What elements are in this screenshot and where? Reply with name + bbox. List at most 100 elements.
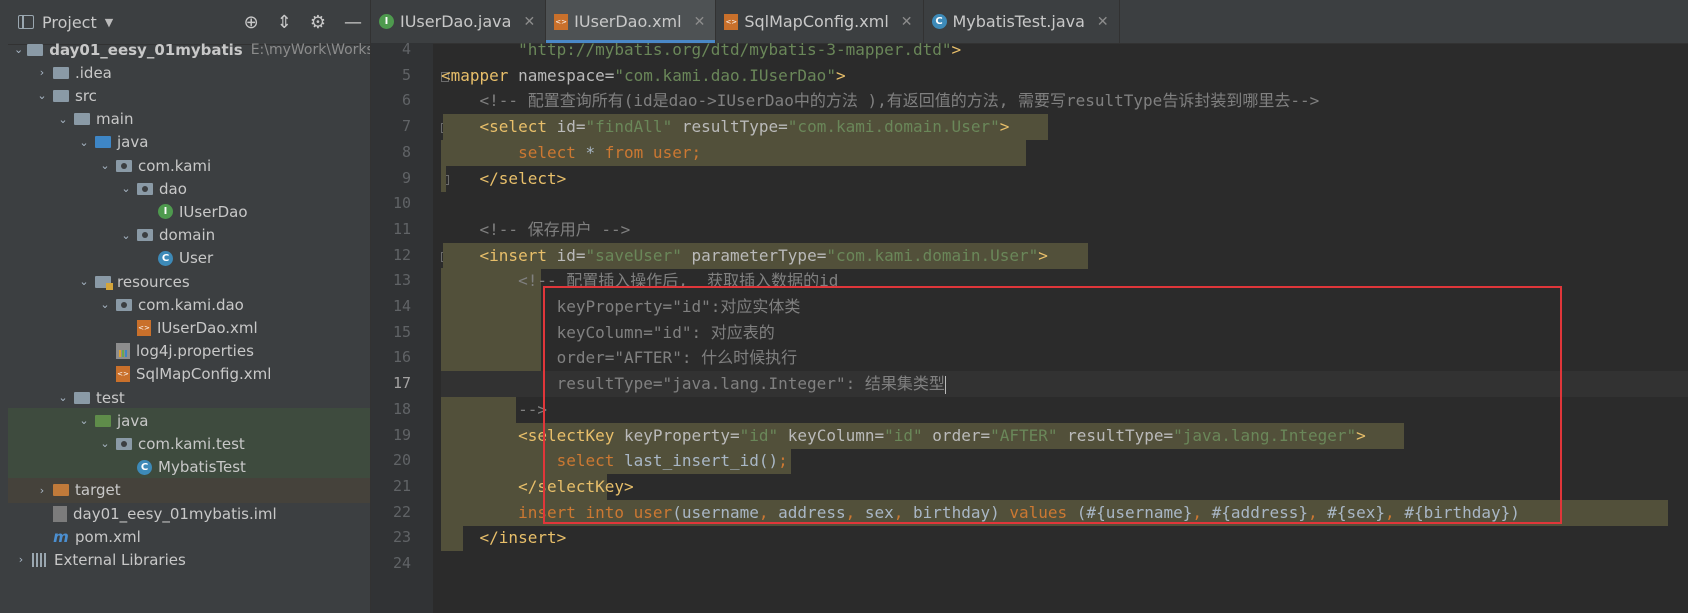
editor-tab[interactable]: <> SqlMapConfig.xml ✕ [716,0,924,43]
module-folder-icon [27,43,44,56]
code-line[interactable]: <!-- 配置查询所有(id是dao->IUserDao中的方法 ),有返回值的… [441,88,1320,114]
tree-item[interactable]: › External Libraries [8,547,370,572]
code-line[interactable]: <select id="findAll" resultType="com.kam… [441,114,1010,140]
tree-item[interactable]: C User [8,246,370,271]
folder-icon [74,391,90,404]
tree-item[interactable]: <> IUserDao.xml [8,315,370,340]
chevron-down-icon[interactable]: ⌄ [77,136,91,149]
chevron-down-icon[interactable]: ⌄ [119,229,133,242]
project-panel: Project ▼ ⊕ ⇕ ⚙ — ⌄ day01_eesy_01mybatis E… [8,0,371,613]
tree-item[interactable]: ⌄ dao [8,176,370,201]
tree-item[interactable]: I IUserDao [8,199,370,224]
tree-item[interactable]: ⌄ main [8,107,370,132]
tree-item[interactable]: ⌄ day01_eesy_01mybatis E:\myWork\Works [8,37,370,62]
chevron-right-icon[interactable]: › [14,553,28,566]
tree-item-label: com.kami.test [138,434,245,453]
editor-tab[interactable]: I IUserDao.java ✕ [371,0,547,43]
package-icon [116,437,132,450]
code-line[interactable]: </insert> [441,525,567,551]
tree-item-label: domain [159,226,216,245]
tree-item[interactable]: log4j.properties [8,339,370,364]
test-source-folder-icon [95,414,111,427]
collapse-all-icon[interactable]: ⇕ [277,12,292,33]
chevron-down-icon[interactable]: ⌄ [35,89,49,102]
package-icon [137,182,153,195]
code-line[interactable]: "http://mybatis.org/dtd/mybatis-3-mapper… [441,43,961,63]
code-token: "com.kami.dao.IUserDao" [614,65,836,85]
tree-item[interactable]: ⌄ com.kami.dao [8,292,370,317]
code-token: id= [556,245,586,265]
code-line[interactable]: </select> [441,166,567,192]
close-icon[interactable]: ✕ [901,14,913,30]
code-line[interactable]: <!-- 保存用户 --> [441,217,631,243]
maven-icon: m [53,527,69,546]
minimize-icon[interactable]: — [344,12,362,33]
code-token: "http://mybatis.org/dtd/mybatis-3-mapper… [441,43,952,59]
code-token: <mapper [441,65,519,85]
tree-item[interactable]: C MybatisTest [8,454,370,480]
tree-item[interactable]: ⌄ java [8,130,370,155]
tree-item-label: log4j.properties [136,342,254,361]
chevron-down-icon[interactable]: ⌄ [14,43,23,56]
tree-item[interactable]: ⌄ test [8,385,370,410]
line-number: 6 [401,91,411,110]
chevron-right-icon[interactable]: › [35,484,49,497]
close-icon[interactable]: ✕ [694,14,706,30]
chevron-down-icon[interactable]: ⌄ [77,414,91,427]
tree-item-label: IUserDao.xml [157,318,258,337]
project-panel-title[interactable]: Project [42,13,97,32]
xml-file-icon: <> [137,319,151,336]
chevron-down-icon[interactable]: ⌄ [56,113,70,126]
tree-item[interactable]: day01_eesy_01mybatis.iml [8,501,370,526]
code-token: id= [556,117,586,137]
tree-item[interactable]: › .idea [8,60,370,85]
chevron-down-icon[interactable]: ⌄ [119,182,133,195]
close-icon[interactable]: ✕ [523,14,535,30]
tree-item[interactable]: ⌄ com.kami [8,153,370,178]
line-number: 17 [392,374,411,393]
code-token: "com.kami.domain.User" [826,245,1039,265]
tree-item-label: java [117,133,149,152]
close-icon[interactable]: ✕ [1097,14,1109,30]
chevron-down-icon[interactable]: ⌄ [77,275,91,288]
code-line[interactable]: --> [441,397,547,423]
chevron-down-icon[interactable]: ⌄ [56,391,70,404]
tree-item[interactable]: ⌄ domain [8,223,370,248]
folder-icon [74,113,90,126]
code-token: parameterType= [691,245,827,265]
line-number: 8 [401,142,411,161]
gear-icon[interactable]: ⚙ [310,12,326,33]
chevron-down-icon[interactable]: ⌄ [98,298,112,311]
tree-item-label: day01_eesy_01mybatis [49,40,243,59]
code-token: <select [441,117,557,137]
chevron-down-icon[interactable]: ⌄ [98,159,112,172]
tree-item[interactable]: ⌄ src [8,83,370,108]
tree-item[interactable]: ⌄ resources [8,269,370,294]
tree-item[interactable]: ⌄ com.kami.test [8,431,370,457]
line-number: 14 [392,297,411,315]
tree-item[interactable]: ⌄ java [8,408,370,434]
editor-tab[interactable]: <> IUserDao.xml ✕ [546,0,717,43]
tree-item[interactable]: <> SqlMapConfig.xml [8,362,370,387]
tree-item[interactable]: › target [8,477,370,503]
code-token: </insert> [441,528,567,548]
tree-item-label: main [96,110,134,129]
tree-item[interactable]: m pom.xml [8,524,370,549]
xml-file-icon: <> [724,13,739,30]
chevron-down-icon[interactable]: ⌄ [98,437,112,450]
code-token: namespace= [518,65,615,85]
chevron-right-icon[interactable]: › [35,66,49,79]
tab-label: MybatisTest.java [952,12,1085,31]
tree-item-label: com.kami.dao [138,295,244,314]
code-line[interactable]: select * from user; [441,140,701,166]
code-line[interactable]: <mapper namespace="com.kami.dao.IUserDao… [441,63,846,89]
code-token: <!-- 保存用户 --> [441,219,631,239]
line-number: 11 [392,219,411,238]
xml-file-icon: <> [554,13,569,30]
interface-icon: I [158,204,173,220]
chevron-down-icon[interactable]: ▼ [105,16,113,29]
line-number: 7 [401,117,411,136]
locate-icon[interactable]: ⊕ [244,12,259,33]
editor-tab[interactable]: C MybatisTest.java ✕ [924,0,1120,43]
code-line[interactable]: <insert id="saveUser" parameterType="com… [441,243,1048,269]
